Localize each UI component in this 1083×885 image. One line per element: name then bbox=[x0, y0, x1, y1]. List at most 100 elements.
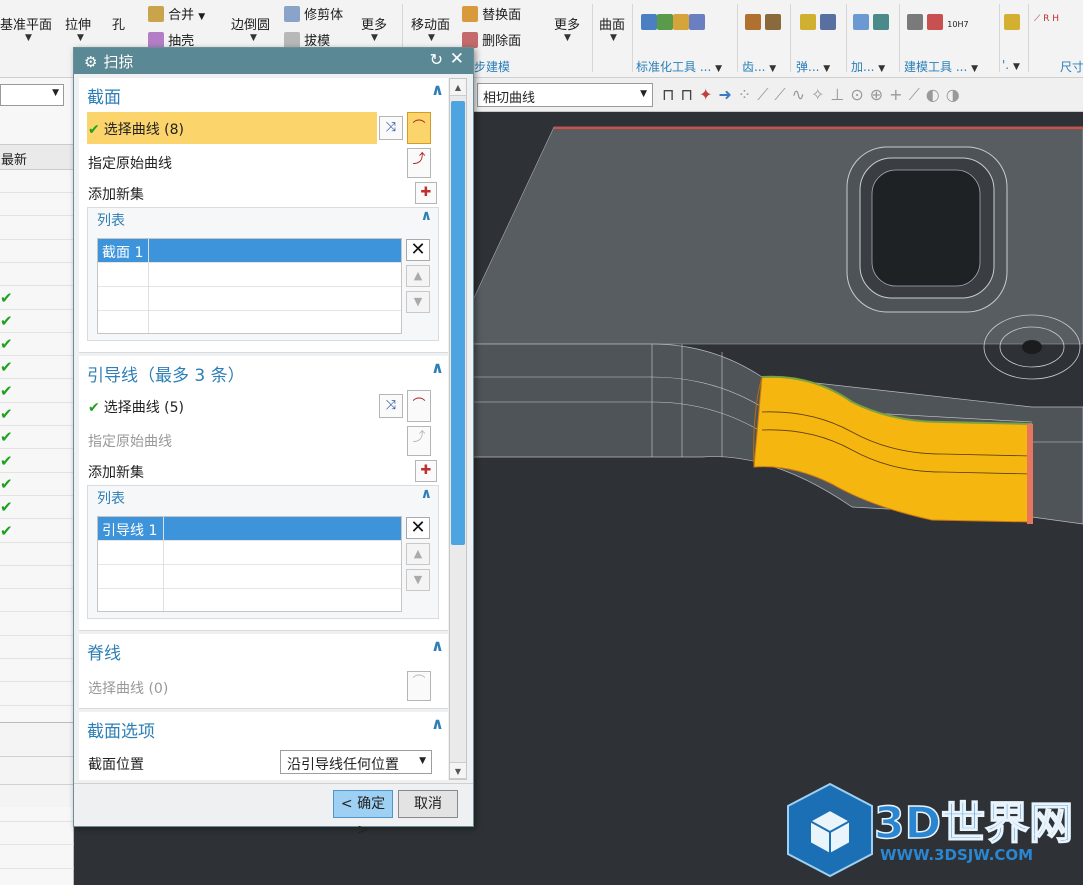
select-curve-label[interactable]: ✔ 选择曲线 (8) bbox=[88, 119, 184, 139]
tool-icon[interactable] bbox=[673, 14, 689, 30]
navigator-filter-dropdown[interactable]: ▼ bbox=[0, 84, 64, 106]
navigator-row[interactable] bbox=[0, 170, 74, 193]
list-item[interactable] bbox=[98, 263, 401, 287]
navigator-row[interactable] bbox=[0, 217, 74, 240]
navigator-row[interactable] bbox=[0, 193, 74, 217]
tool-icon[interactable] bbox=[657, 14, 673, 30]
scroll-thumb[interactable] bbox=[451, 101, 465, 545]
list-item[interactable] bbox=[98, 565, 401, 589]
weld-icon[interactable] bbox=[1004, 14, 1020, 31]
navigator-row[interactable]: ✔ bbox=[0, 473, 74, 496]
more-button[interactable]: 更多 bbox=[361, 14, 387, 33]
add-icon[interactable] bbox=[853, 14, 869, 30]
navigator-row[interactable]: ✔ bbox=[0, 403, 74, 426]
add-tools-icons[interactable] bbox=[853, 14, 890, 31]
navigator-row[interactable]: ✔ bbox=[0, 496, 74, 520]
list-item[interactable] bbox=[98, 287, 401, 311]
navigator-row[interactable]: ✔ bbox=[0, 287, 74, 310]
chevron-down-icon[interactable]: ▼ bbox=[250, 33, 257, 43]
navigator-row[interactable]: ✔ bbox=[0, 380, 74, 403]
gear-icon[interactable] bbox=[765, 14, 782, 30]
group-label-gear[interactable]: 齿... ▼ bbox=[742, 58, 776, 75]
chevron-down-icon[interactable]: ▼ bbox=[371, 33, 378, 43]
gear-icon[interactable] bbox=[745, 14, 761, 30]
list-item[interactable]: 引导线 1 bbox=[98, 517, 401, 541]
navigator-row[interactable] bbox=[0, 240, 74, 263]
navigator-row[interactable] bbox=[0, 636, 74, 659]
navigator-row[interactable] bbox=[0, 613, 74, 636]
collapse-icon[interactable]: ∧ bbox=[431, 714, 444, 733]
navigator-row[interactable]: ✔ bbox=[0, 426, 74, 450]
navigator-row[interactable] bbox=[0, 566, 74, 590]
origin-curve-icon[interactable]: ⤴ bbox=[407, 148, 431, 178]
select-curve-label[interactable]: ✔ 选择曲线 (5) bbox=[88, 397, 184, 417]
chevron-down-icon[interactable]: ▼ bbox=[428, 33, 435, 43]
cancel-button[interactable]: 取消 bbox=[398, 790, 458, 818]
close-icon[interactable]: ✕ bbox=[450, 49, 464, 69]
navigator-row[interactable] bbox=[0, 659, 74, 683]
curve-select-icon[interactable]: ⌒ bbox=[407, 390, 431, 422]
scroll-up-icon[interactable]: ▲ bbox=[450, 79, 466, 96]
dimension-icon[interactable]: ⟋ R H bbox=[1034, 14, 1059, 24]
more-button[interactable]: 更多 bbox=[554, 14, 580, 33]
chevron-down-icon[interactable]: ▼ bbox=[25, 33, 32, 43]
list-item[interactable]: 截面 1 bbox=[98, 239, 401, 263]
remove-icon[interactable]: ✕ bbox=[406, 517, 430, 539]
collapse-icon[interactable]: ∧ bbox=[431, 358, 444, 377]
navigator-row[interactable]: ✔ bbox=[0, 310, 74, 333]
modeling-tool-icon[interactable] bbox=[927, 14, 944, 30]
modeling-tools-icons[interactable]: 10H7 bbox=[907, 14, 969, 31]
spine-select-curve-label[interactable]: 选择曲线 (0) bbox=[88, 678, 168, 698]
group-label-dimensions[interactable]: 尺寸 bbox=[1060, 58, 1083, 75]
reverse-direction-icon[interactable]: ⤨ bbox=[379, 116, 403, 140]
move-down-icon[interactable]: ▼ bbox=[406, 291, 430, 313]
chevron-down-icon[interactable]: ▼ bbox=[77, 33, 84, 43]
list-item[interactable] bbox=[98, 541, 401, 565]
navigator-row[interactable] bbox=[0, 263, 74, 287]
graphics-viewport[interactable] bbox=[472, 112, 1083, 885]
spring-icon[interactable] bbox=[800, 14, 816, 30]
modeling-tool-icon[interactable] bbox=[907, 14, 923, 30]
spring-icon[interactable] bbox=[820, 14, 837, 30]
gear-tools-icons[interactable] bbox=[745, 14, 782, 31]
reset-icon[interactable]: ↻ bbox=[430, 50, 443, 69]
guides-list-table[interactable]: 引导线 1 bbox=[97, 516, 402, 612]
collapse-icon[interactable]: ∧ bbox=[431, 80, 444, 99]
move-face-button[interactable]: 移动面 bbox=[411, 14, 450, 33]
group-label-short[interactable]: '. ▼ bbox=[1002, 58, 1020, 72]
navigator-row[interactable]: ✔ bbox=[0, 333, 74, 357]
navigator-row[interactable]: ✔ bbox=[0, 450, 74, 473]
standard-tools-icons[interactable] bbox=[641, 14, 705, 31]
chevron-down-icon[interactable]: ▼ bbox=[610, 33, 617, 43]
curve-rule-dropdown[interactable]: 相切曲线 ▼ bbox=[477, 83, 653, 107]
replace-face-button[interactable]: 替换面 bbox=[462, 4, 521, 23]
gear-icon[interactable]: ⚙ bbox=[84, 53, 97, 71]
dialog-scrollbar[interactable]: ▲ ▼ bbox=[449, 78, 467, 780]
curve-select-icon[interactable]: ⌒ bbox=[407, 112, 431, 144]
collapse-icon[interactable]: ∧ bbox=[421, 486, 432, 502]
group-label-spring[interactable]: 弹... ▼ bbox=[796, 58, 830, 75]
collapse-icon[interactable]: ∧ bbox=[421, 208, 432, 224]
navigator-row[interactable]: ✔ bbox=[0, 356, 74, 380]
tolerance-icon[interactable]: 10H7 bbox=[947, 20, 968, 29]
extrude-button[interactable]: 拉伸 bbox=[65, 14, 91, 33]
add-set-icon[interactable]: ✚ bbox=[415, 182, 437, 204]
tool-icon[interactable] bbox=[689, 14, 705, 30]
chevron-down-icon[interactable]: ▼ bbox=[564, 33, 571, 43]
group-label-add[interactable]: 加... ▼ bbox=[851, 58, 885, 75]
group-label-modeling-tools[interactable]: 建模工具 ... ▼ bbox=[904, 58, 978, 75]
datum-plane-button[interactable]: 基准平面 bbox=[0, 14, 52, 33]
edge-blend-button[interactable]: 边倒圆 bbox=[231, 14, 270, 33]
move-up-icon[interactable]: ▲ bbox=[406, 543, 430, 565]
ok-button[interactable]: < 确定 > bbox=[333, 790, 393, 838]
navigator-row[interactable] bbox=[0, 543, 74, 566]
snap-point-icons[interactable]: ⊓⊓✦➜⁘⟋⟋∿✧⊥⊙⊕+⟋◐◑ bbox=[662, 85, 966, 105]
add-set-icon[interactable]: ✚ bbox=[415, 460, 437, 482]
move-up-icon[interactable]: ▲ bbox=[406, 265, 430, 287]
tool-icon[interactable] bbox=[641, 14, 657, 30]
scroll-down-icon[interactable]: ▼ bbox=[450, 762, 466, 779]
navigator-row[interactable]: ✔ bbox=[0, 520, 74, 543]
hole-button[interactable]: 孔 bbox=[112, 14, 125, 33]
dialog-titlebar[interactable]: ⚙ 扫掠 ↻ ✕ bbox=[74, 48, 473, 74]
navigator-row[interactable] bbox=[0, 846, 74, 869]
